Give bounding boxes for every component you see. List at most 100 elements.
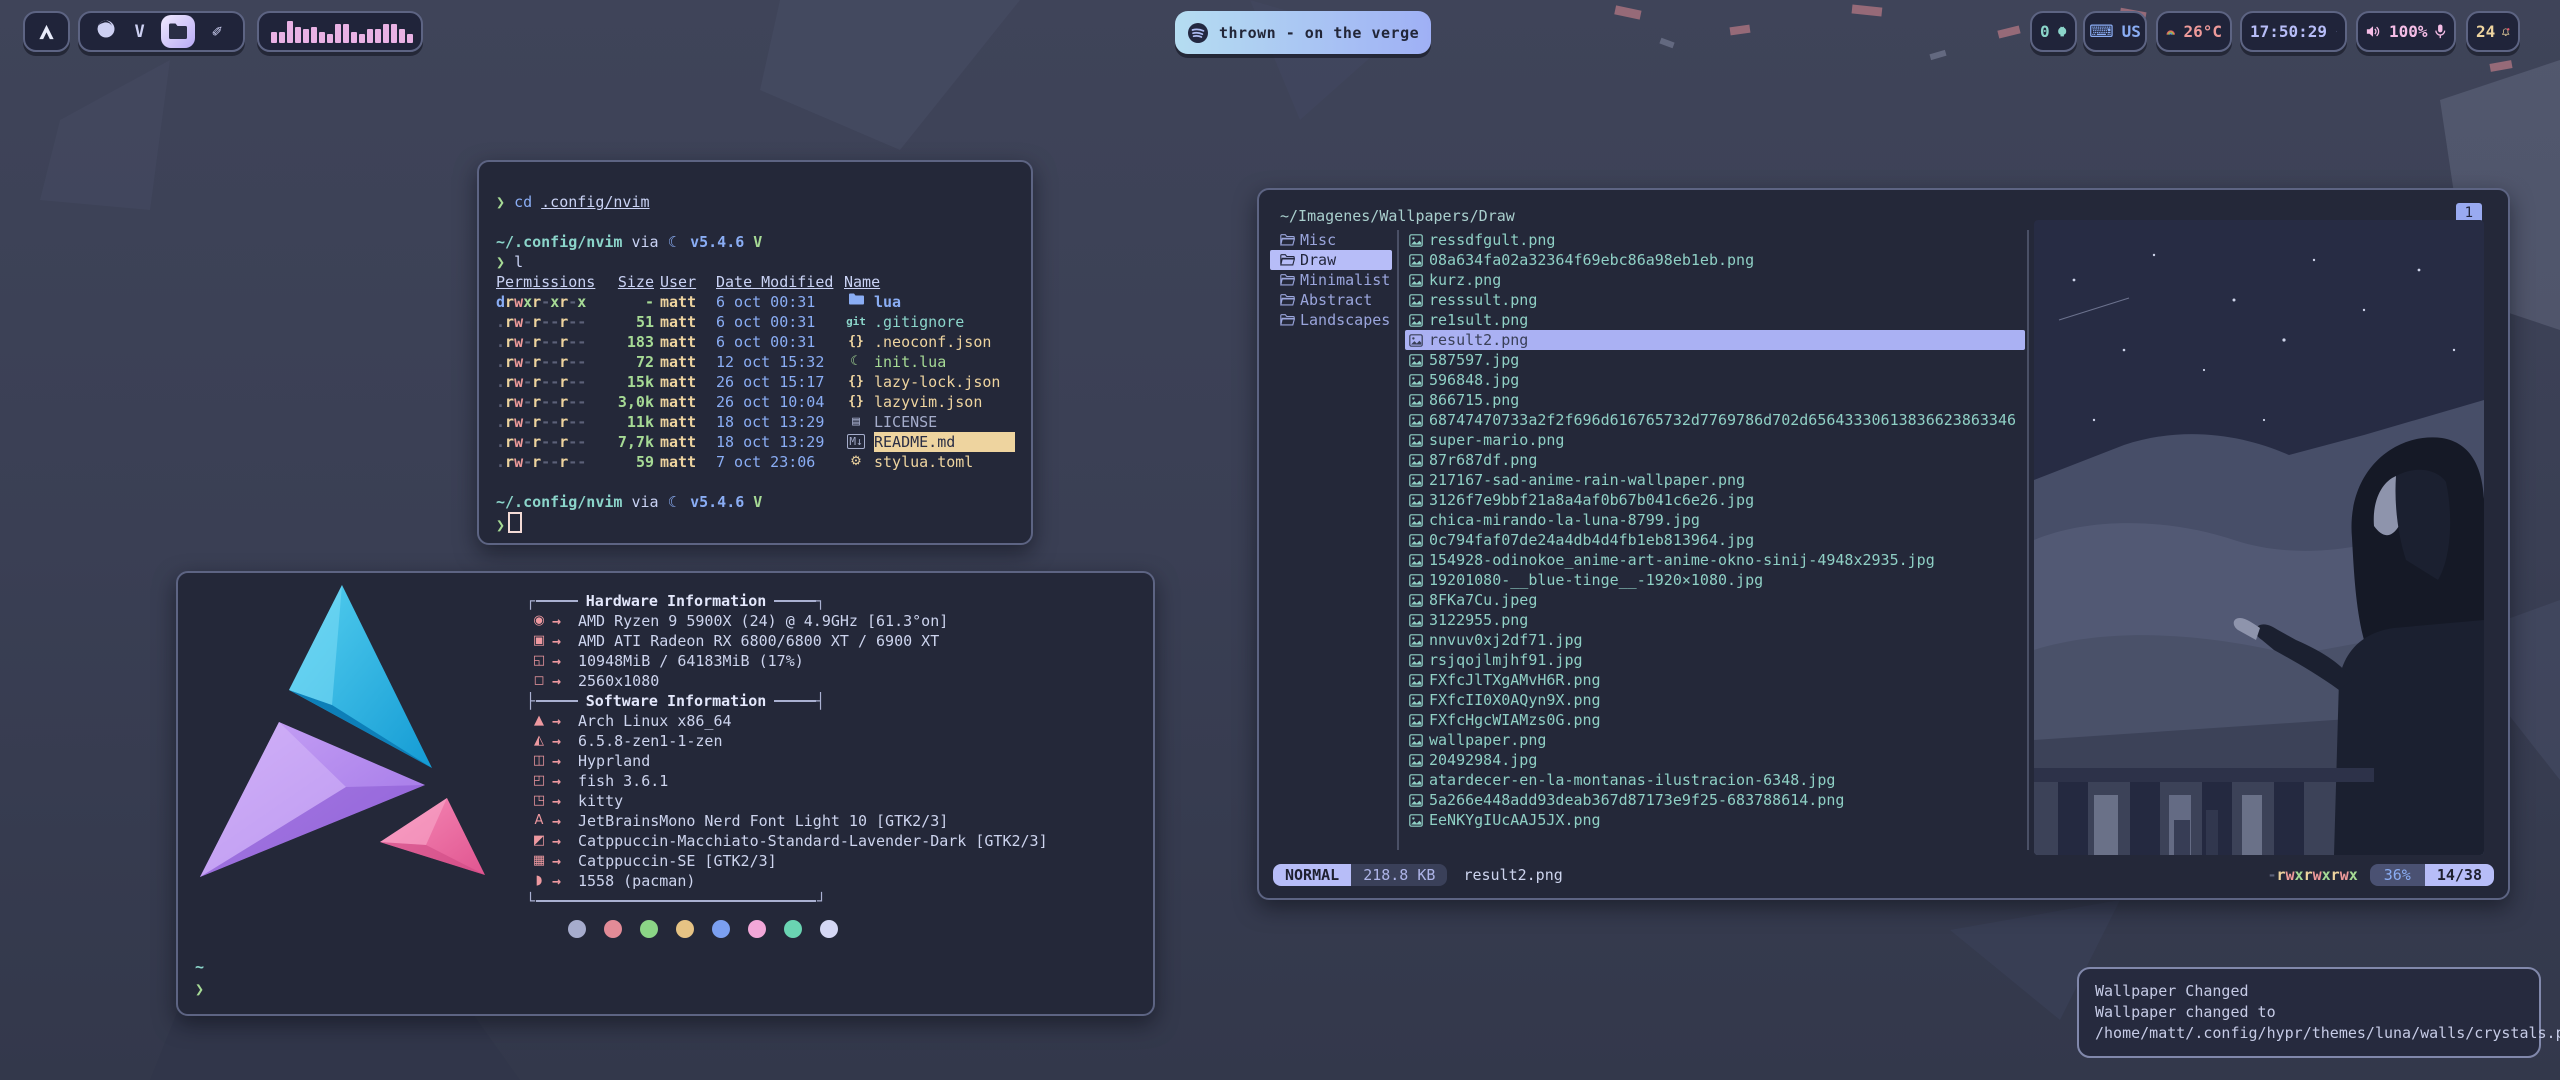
section-footer: └┘ [526, 891, 826, 911]
software-section-header: ├ Software Information ┤ [526, 691, 826, 711]
fetch-info-value: AMD Ryzen 9 5900X (24) @ 4.9GHz [61.3°on… [578, 611, 1129, 631]
section-title: Hardware Information [586, 591, 767, 611]
github-module[interactable]: 0 [2030, 11, 2077, 52]
color-palette [568, 920, 1129, 938]
file-row[interactable]: 154928-odinokoe_anime-art-anime-okno-sin… [1405, 550, 2025, 570]
file-date: 18 oct 13:29 [716, 412, 838, 432]
image-icon [1409, 474, 1423, 487]
sidebar-dir-misc[interactable]: Misc [1270, 230, 1392, 250]
fetch-window[interactable]: ┌ Hardware Information ┐ ◉→AMD Ryzen 9 5… [176, 571, 1155, 1016]
shell-icon: ◰ [526, 771, 552, 791]
image-icon [1409, 434, 1423, 447]
notifications-module[interactable]: 24 [2466, 11, 2520, 52]
breadcrumb: ~/Imagenes/Wallpapers/Draw [1280, 206, 1515, 226]
folder-icon [1280, 294, 1295, 306]
workspace-paint[interactable]: ✐ [205, 22, 229, 42]
cpu-icon: ◉ [526, 611, 552, 631]
file-row[interactable]: 19201080-__blue-tinge__-1920×1080.jpg [1405, 570, 2025, 590]
image-icon [1409, 454, 1423, 467]
workspace-files[interactable] [161, 15, 195, 48]
file-row[interactable]: 87r687df.png [1405, 450, 2025, 470]
fetch-info-value: fish 3.6.1 [578, 771, 1129, 791]
arrow-icon: → [552, 651, 578, 671]
file-size: 15k [602, 372, 654, 392]
notification-body: Wallpaper changed to /home/matt/.config/… [2095, 1002, 2523, 1044]
keyboard-icon: ⌨ [2089, 22, 2114, 42]
file-row[interactable]: 587597.jpg [1405, 350, 2025, 370]
file-row[interactable]: 217167-sad-anime-rain-wallpaper.png [1405, 470, 2025, 490]
file-row[interactable]: atardecer-en-la-montanas-ilustracion-634… [1405, 770, 2025, 790]
file-row[interactable]: 8FKa7Cu.jpeg [1405, 590, 2025, 610]
visualizer-bar [271, 32, 277, 43]
file-row[interactable]: 08a634fa02a32364f69ebc86a98eb1eb.png [1405, 250, 2025, 270]
notification-popup[interactable]: Wallpaper Changed Wallpaper changed to /… [2077, 967, 2541, 1058]
file-row[interactable]: FXfcJlTXgAMvH6R.png [1405, 670, 2025, 690]
temperature: 26°C [2183, 22, 2222, 41]
kernel-icon: ◭ [526, 731, 552, 751]
weather-module[interactable]: 26°C [2156, 11, 2232, 52]
file-row[interactable]: EeNKYgIUcAAJ5JX.png [1405, 810, 2025, 830]
launcher-button[interactable] [23, 11, 70, 52]
file-row[interactable]: 3126f7e9bbf21a8a4af0b67b041c6e26.jpg [1405, 490, 2025, 510]
file-permissions: drwxr-xr-x [496, 292, 596, 312]
cwd-path: ~/.config/nvim [496, 233, 622, 251]
file-name: stylua.toml [874, 452, 1015, 472]
file-row[interactable]: 5a266e448add93deab367d87173e9f25-6837886… [1405, 790, 2025, 810]
file-row[interactable]: 3122955.png [1405, 610, 2025, 630]
fetch-info-line: ◱→10948MiB / 64183MiB (17%) [526, 651, 1129, 671]
file-owner: matt [660, 312, 710, 332]
sidebar-dir-landscapes[interactable]: Landscapes [1270, 310, 1392, 330]
file-row[interactable]: result2.png [1405, 330, 2025, 350]
file-name: LICENSE [874, 412, 1015, 432]
workspace-firefox[interactable] [94, 19, 118, 44]
file-row[interactable]: wallpaper.png [1405, 730, 2025, 750]
arrow-icon: → [552, 771, 578, 791]
rainbow-icon [2166, 25, 2175, 38]
file-row[interactable]: rsjqojlmjhf91.jpg [1405, 650, 2025, 670]
file-row[interactable]: resssult.png [1405, 290, 2025, 310]
image-icon [1409, 614, 1423, 627]
fetch-info-value: 1558 (pacman) [578, 871, 1129, 891]
section-title: Software Information [586, 691, 767, 711]
workspace-neovim[interactable]: V [128, 22, 152, 42]
lua-icon: ☾ [668, 233, 681, 251]
palette-dot [784, 920, 802, 938]
audio-module[interactable]: 100% [2356, 11, 2456, 52]
desktop: { "colors":{"accent_lavender":"#b7bdf8",… [0, 0, 2560, 1080]
arrow-icon: → [552, 751, 578, 771]
sidebar-dir-draw[interactable]: Draw [1270, 250, 1392, 270]
file-row[interactable]: 20492984.jpg [1405, 750, 2025, 770]
file-row[interactable]: nnvuv0xj2df71.jpg [1405, 630, 2025, 650]
file-row[interactable]: kurz.png [1405, 270, 2025, 290]
file-name: 87r687df.png [1429, 450, 1537, 470]
terminal-file-row: .rw-r--r--11kmatt18 oct 13:29▤LICENSE [496, 412, 1015, 432]
image-icon [1409, 494, 1423, 507]
vim-badge-icon: V [753, 233, 762, 251]
file-row[interactable]: 596848.jpg [1405, 370, 2025, 390]
file-row[interactable]: ressdfgult.png [1405, 230, 2025, 250]
file-row[interactable]: 68747470733a2f2f696d616765732d7769786d70… [1405, 410, 2025, 430]
file-row[interactable]: super-mario.png [1405, 430, 2025, 450]
media-player-pill[interactable]: thrown - on the verge [1175, 11, 1431, 54]
list-header: Permissions Size User Date Modified Name [496, 272, 1015, 292]
visualizer-bar [295, 27, 301, 43]
keyboard-layout-module[interactable]: ⌨ US [2083, 11, 2147, 52]
terminal-window[interactable]: ❯ cd .config/nvim ~/.config/nvim via ☾ v… [477, 160, 1033, 545]
file-date: 18 oct 13:29 [716, 432, 838, 452]
file-row[interactable]: 0c794faf07de24a4db4d4fb1eb813964.jpg [1405, 530, 2025, 550]
visualizer-bar [335, 24, 341, 43]
fetch-info-value: Catppuccin-SE [GTK2/3] [578, 851, 1129, 871]
arrow-icon: → [552, 711, 578, 731]
lua-version: v5.4.6 [690, 233, 744, 251]
sidebar-dir-abstract[interactable]: Abstract [1270, 290, 1392, 310]
file-row[interactable]: FXfcHgcWIAMzs0G.png [1405, 710, 2025, 730]
file-row[interactable]: 866715.png [1405, 390, 2025, 410]
file-row[interactable]: chica-mirando-la-luna-8799.jpg [1405, 510, 2025, 530]
sidebar-dir-minimalist[interactable]: Minimalist [1270, 270, 1392, 290]
file-size: 218.8 KB [1351, 864, 1447, 886]
file-row[interactable]: re1sult.png [1405, 310, 2025, 330]
fetch-info-line: ◉→AMD Ryzen 9 5900X (24) @ 4.9GHz [61.3°… [526, 611, 1129, 631]
clock-module[interactable]: 17:50:29 [2240, 11, 2347, 52]
file-row[interactable]: FXfcII0X0AQyn9X.png [1405, 690, 2025, 710]
file-manager-window[interactable]: ~/Imagenes/Wallpapers/Draw 1 MiscDrawMin… [1257, 188, 2510, 900]
